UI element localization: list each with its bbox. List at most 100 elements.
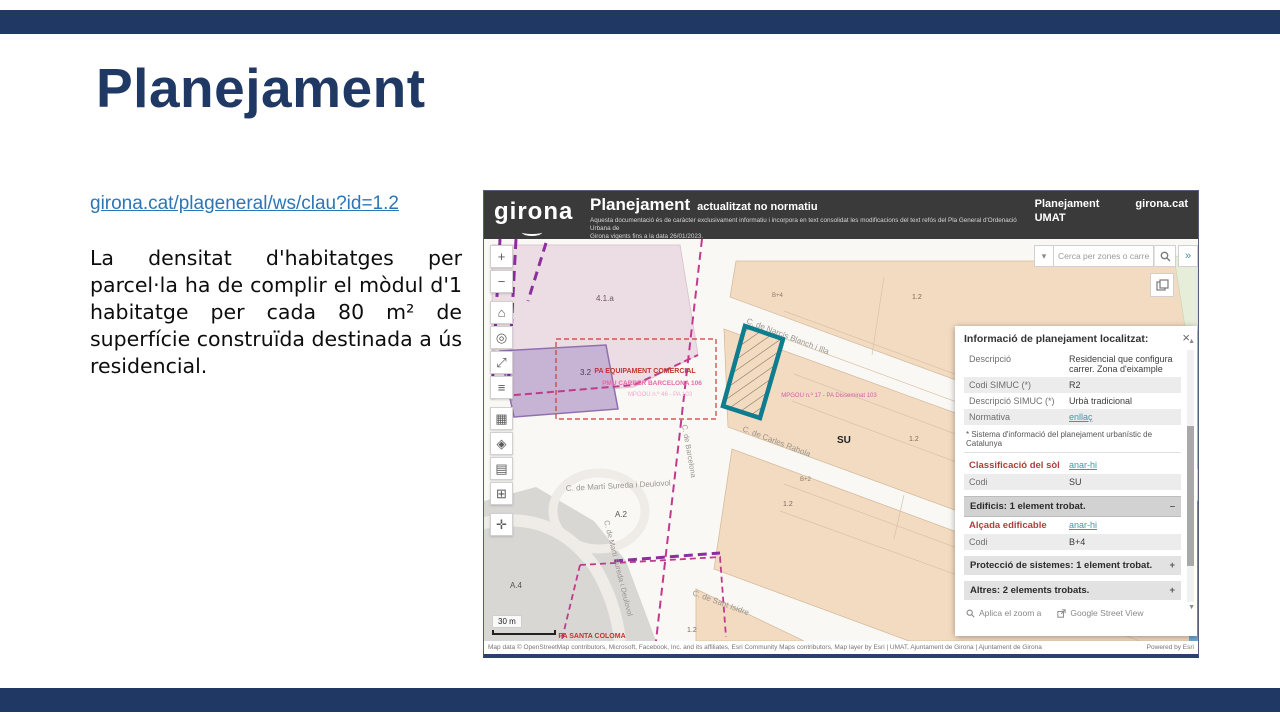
table-row: Codi B+4 [964, 534, 1181, 550]
slide: Planejament girona.cat/plageneral/ws/cla… [0, 0, 1280, 720]
plan-label: PA SANTA COLOMA [558, 633, 625, 640]
scale-bar: 30 m [492, 611, 556, 635]
app-subtitle: actualitzat no normatiu [697, 201, 817, 213]
section-header-label: Protecció de sistemes: 1 element trobat. [970, 560, 1152, 571]
source-link[interactable]: girona.cat/plageneral/ws/clau?id=1.2 [90, 193, 399, 215]
section-edificis[interactable]: Edificis: 1 element trobat. – [964, 496, 1181, 517]
section-label: Classificació del sòl [969, 460, 1069, 471]
zoom-to-icon [966, 609, 975, 618]
search-filter-dropdown-icon[interactable]: ▾ [1034, 245, 1054, 267]
body-paragraph: La densitat d'habitatges per parcel·la h… [90, 245, 462, 380]
row-value: SU [1069, 477, 1176, 487]
girona-logo[interactable]: girona [494, 198, 573, 226]
zone-label: 1.2 [909, 436, 919, 443]
legend-icon[interactable]: ≡ [490, 376, 513, 399]
section-altres[interactable]: Altres: 2 elements trobats. + [964, 581, 1181, 600]
map-toolbar: + − ⌂ ◎ ⤢ ≡ ▦ ◈ ▤ ⊞ ✛ [490, 245, 513, 536]
info-panel: × ▲ ▼ Informació de planejament localitz… [955, 326, 1197, 636]
plan-label: PMU CARRER BARCELONA 106 [602, 380, 702, 387]
layers-icon[interactable]: ◈ [490, 432, 513, 455]
row-value: B+4 [1069, 537, 1176, 547]
app-header: girona Planejament actualitzat no normat… [484, 191, 1198, 239]
scroll-up-icon[interactable]: ▲ [1188, 338, 1195, 345]
zone-label: 3.2 [580, 368, 592, 377]
locate-icon[interactable]: ◎ [490, 326, 513, 349]
street-label: C. de Martí Sureda i Deulovol [566, 479, 671, 493]
search-expand-button[interactable]: » [1178, 245, 1198, 267]
pan-icon[interactable]: ✛ [490, 513, 513, 536]
table-row: Alçada edificable anar-hi [964, 517, 1181, 534]
map-area: C. de Narcís Blanch i Illa C. de Carles … [484, 239, 1198, 641]
zone-label: B+2 [800, 477, 812, 483]
page-title: Planejament [96, 56, 426, 120]
map-attribution: Map data © OpenStreetMap contributors, M… [484, 641, 1198, 654]
plan-label: MPGOU n.º 46 - PA 103 [628, 391, 693, 398]
top-accent-bar [0, 10, 1280, 34]
scroll-down-icon[interactable]: ▼ [1188, 604, 1195, 611]
expand-icon[interactable]: + [1169, 585, 1175, 596]
section-header-label: Altres: 2 elements trobats. [970, 585, 1089, 596]
overview-map-icon[interactable] [1150, 273, 1174, 297]
anar-hi-link[interactable]: anar-hi [1069, 520, 1176, 530]
bottom-accent-bar [0, 688, 1280, 712]
zone-label: SU [837, 435, 851, 446]
external-link-icon [1057, 609, 1066, 618]
planejament-app-screenshot: girona Planejament actualitzat no normat… [483, 190, 1199, 658]
print-icon[interactable]: ▤ [490, 457, 513, 480]
zone-label: 4.1.a [596, 294, 614, 303]
plan-label: PA EQUIPAMENT COMERCIAL [594, 368, 696, 375]
row-label: Codi SIMUC (*) [969, 380, 1069, 390]
header-app-name[interactable]: Planejament [1035, 198, 1100, 210]
apply-zoom-link[interactable]: Aplica el zoom a [966, 608, 1041, 618]
row-value: Residencial que configura carrer. Zona d… [1069, 354, 1176, 374]
section-label: Alçada edificable [969, 520, 1069, 531]
row-value: R2 [1069, 380, 1176, 390]
zone-label: A.4 [510, 581, 523, 590]
collapse-icon[interactable]: – [1170, 501, 1175, 512]
row-label: Codi [969, 477, 1069, 487]
zone-label: 1.2 [687, 627, 697, 634]
table-row: Descripció SIMUC (*) Urbà tradicional [964, 393, 1181, 409]
row-label: Descripció [969, 354, 1069, 364]
expand-icon[interactable]: + [1169, 560, 1175, 571]
row-label: Descripció SIMUC (*) [969, 396, 1069, 406]
panel-footer: Aplica el zoom a Google Street View [964, 600, 1181, 618]
zone-label: B+4 [772, 293, 784, 299]
row-label: Codi [969, 537, 1069, 547]
extent-icon[interactable]: ⤢ [490, 351, 513, 374]
anar-hi-link[interactable]: anar-hi [1069, 460, 1176, 470]
section-header-label: Edificis: 1 element trobat. [970, 501, 1086, 512]
zoom-in-icon[interactable]: + [490, 245, 513, 268]
plan-label: MPGOU n.º 17 - PA Disseminat 103 [781, 392, 877, 399]
scale-line [492, 630, 556, 635]
basemap-icon[interactable]: ▦ [490, 407, 513, 430]
row-value: Urbà tradicional [1069, 396, 1176, 406]
panel-scrollbar-thumb[interactable] [1187, 426, 1194, 566]
table-row: Normativa enllaç [964, 409, 1181, 425]
street-label: C. de Barcelona [680, 424, 698, 479]
girona-logo-smile-icon [522, 229, 542, 236]
table-row: Classificació del sòl anar-hi [964, 457, 1181, 474]
app-title: Planejament [590, 195, 690, 215]
panel-title: Informació de planejament localitzat: [964, 333, 1181, 345]
search-widget: ▾ » [1034, 245, 1198, 267]
app-title-block: Planejament actualitzat no normatiu Aque… [590, 195, 1030, 239]
search-icon[interactable] [1154, 245, 1176, 267]
normativa-link[interactable]: enllaç [1069, 412, 1176, 422]
zoom-out-icon[interactable]: − [490, 270, 513, 293]
header-unit-name[interactable]: UMAT [1035, 212, 1100, 224]
attribution-text: Map data © OpenStreetMap contributors, M… [488, 644, 1042, 651]
street-view-link[interactable]: Google Street View [1057, 608, 1143, 618]
table-row: Codi SU [964, 474, 1181, 490]
zone-label: 1.2 [912, 294, 922, 301]
measure-icon[interactable]: ⊞ [490, 482, 513, 505]
panel-footnote: * Sistema d'informació del planejament u… [964, 425, 1181, 453]
scale-label: 30 m [492, 615, 522, 628]
home-icon[interactable]: ⌂ [490, 301, 513, 324]
building-purple-32 [500, 345, 618, 417]
header-site-link[interactable]: girona.cat [1135, 198, 1188, 224]
section-proteccio[interactable]: Protecció de sistemes: 1 element trobat.… [964, 556, 1181, 575]
table-row: Codi SIMUC (*) R2 [964, 377, 1181, 393]
row-label: Normativa [969, 412, 1069, 422]
search-input[interactable] [1054, 245, 1154, 267]
